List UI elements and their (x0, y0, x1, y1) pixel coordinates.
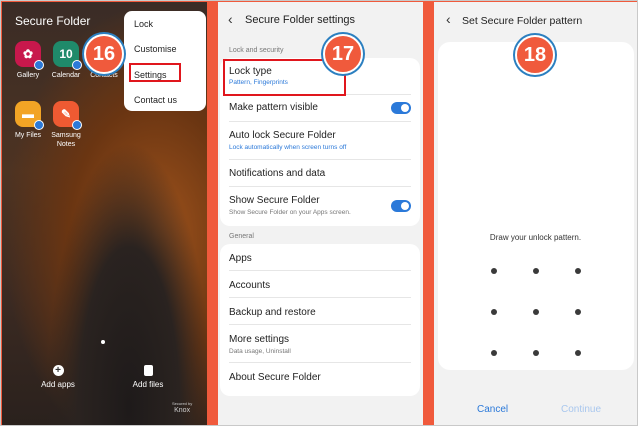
add-apps-button[interactable]: + Add apps (40, 365, 76, 389)
pattern-header-title: Set Secure Folder pattern (462, 15, 583, 27)
secure-folder-settings-panel: ‹ Secure Folder settings Lock and securi… (218, 2, 423, 425)
section-lock-and-security: Lock and security (229, 47, 284, 54)
add-apps-label: Add apps (41, 380, 75, 389)
secure-folder-home-panel: Secure Folder ✿ Gallery 10 Calendar ● Co… (2, 2, 207, 425)
cancel-button[interactable]: Cancel (477, 404, 508, 415)
knox-text: Knox (174, 407, 191, 414)
samsung-notes-app[interactable]: ✎ Samsung Notes (44, 101, 88, 149)
divider (229, 159, 411, 160)
pattern-dot[interactable] (575, 268, 581, 274)
divider (229, 297, 411, 298)
pattern-dot[interactable] (533, 309, 539, 315)
screenshot-frame: Secure Folder ✿ Gallery 10 Calendar ● Co… (0, 0, 638, 426)
pattern-area[interactable] (438, 42, 634, 370)
calendar-icon: 10 (53, 41, 82, 70)
secure-folder-title: Secure Folder (15, 14, 91, 28)
menu-item-lock[interactable]: Lock (134, 19, 153, 29)
plus-icon: + (52, 365, 64, 376)
pattern-dot[interactable] (575, 350, 581, 356)
add-files-label: Add files (132, 380, 164, 389)
pattern-instruction: Draw your unlock pattern. (489, 233, 582, 242)
samsung-notes-label: Samsung Notes (51, 132, 81, 148)
pattern-dot[interactable] (533, 268, 539, 274)
pattern-dot[interactable] (533, 350, 539, 356)
pattern-dot[interactable] (491, 309, 497, 315)
show-secure-folder-sub: Show Secure Folder on your Apps screen. (229, 209, 351, 216)
settings-highlight-box (129, 63, 181, 82)
divider (229, 186, 411, 187)
secure-badge-icon (72, 60, 82, 70)
accounts-item[interactable]: Accounts (229, 280, 270, 291)
knox-secured-by: Secured by (172, 401, 193, 406)
page-indicator (101, 340, 105, 344)
menu-item-contact-us[interactable]: Contact us (134, 95, 177, 105)
add-files-button[interactable]: Add files (130, 365, 166, 389)
back-arrow-icon[interactable]: ‹ (446, 11, 451, 27)
section-general: General (229, 233, 254, 240)
pattern-visible-toggle[interactable] (391, 102, 411, 114)
secure-badge-icon (34, 120, 44, 130)
auto-lock-item[interactable]: Auto lock Secure Folder (229, 130, 336, 141)
pattern-dot[interactable] (575, 309, 581, 315)
secure-badge-icon (34, 60, 44, 70)
auto-lock-sub: Lock automatically when screen turns off (229, 144, 347, 151)
backup-and-restore-item[interactable]: Backup and restore (229, 307, 316, 318)
make-pattern-visible-item[interactable]: Make pattern visible (229, 102, 318, 113)
folder-icon: ▬ (15, 101, 44, 130)
overflow-menu: Lock Customise Settings Contact us (124, 11, 206, 111)
step-badge-16: 16 (84, 34, 124, 74)
step-badge-18: 18 (515, 35, 555, 75)
calendar-day: 10 (59, 47, 73, 61)
notes-icon: ✎ (53, 101, 82, 130)
file-icon (143, 365, 153, 376)
knox-logo: Secured by Knox (172, 400, 192, 414)
pattern-dot[interactable] (491, 350, 497, 356)
gallery-icon: ✿ (15, 41, 44, 70)
more-settings-sub: Data usage, Uninstall (229, 348, 291, 355)
set-pattern-panel: ‹ Set Secure Folder pattern 18 Draw your… (434, 2, 637, 425)
divider (229, 121, 411, 122)
more-settings-item[interactable]: More settings (229, 334, 289, 345)
menu-item-customise[interactable]: Customise (134, 44, 177, 54)
settings-header-title: Secure Folder settings (245, 14, 356, 26)
pattern-dot[interactable] (491, 268, 497, 274)
continue-button[interactable]: Continue (561, 404, 601, 415)
show-folder-toggle[interactable] (391, 200, 411, 212)
show-secure-folder-item[interactable]: Show Secure Folder (229, 195, 320, 206)
back-arrow-icon[interactable]: ‹ (228, 11, 233, 27)
general-card: Apps Accounts Backup and restore More se… (220, 244, 420, 396)
step-badge-17: 17 (323, 34, 363, 74)
about-secure-folder-item[interactable]: About Secure Folder (229, 372, 321, 383)
notifications-and-data-item[interactable]: Notifications and data (229, 168, 325, 179)
divider (229, 270, 411, 271)
apps-item[interactable]: Apps (229, 253, 252, 264)
secure-badge-icon (72, 120, 82, 130)
divider (229, 324, 411, 325)
divider (229, 362, 411, 363)
